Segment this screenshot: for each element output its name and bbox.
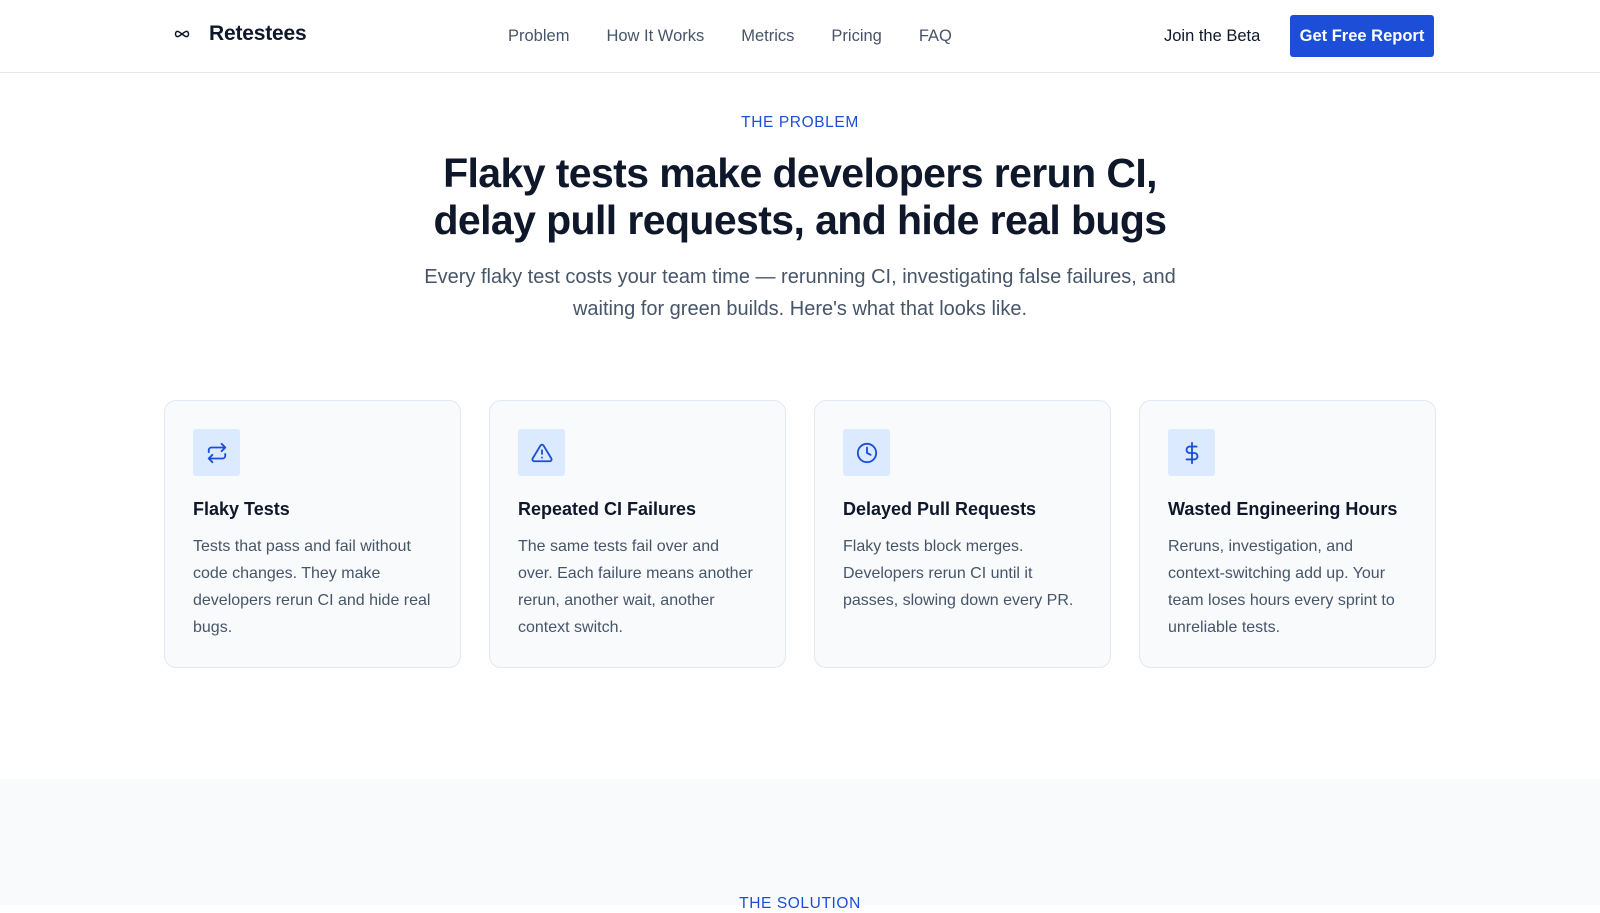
problem-cards: Flaky Tests Tests that pass and fail wit…: [164, 400, 1436, 668]
card-icon-box: [193, 429, 240, 476]
nav-link-problem[interactable]: Problem: [508, 27, 569, 46]
nav-link-how-it-works[interactable]: How It Works: [606, 27, 704, 46]
headline-line-1: Flaky tests make developers rerun CI,: [443, 150, 1157, 196]
subtext-line-2: waiting for green builds. Here's what th…: [572, 298, 1028, 320]
clock-icon: [856, 442, 877, 463]
headline-line-2: delay pull requests, and hide real bugs: [433, 197, 1167, 243]
nav-link-pricing[interactable]: Pricing: [831, 27, 881, 46]
join-beta-link[interactable]: Join the Beta: [1164, 27, 1260, 46]
subtext-line-1: Every flaky test costs your team time — …: [424, 266, 1176, 288]
get-free-report-button[interactable]: Get Free Report: [1290, 15, 1434, 57]
dollar-sign-icon: [1185, 441, 1198, 464]
repeat-arrows-icon: [207, 442, 226, 463]
card-icon-box: [843, 429, 890, 476]
problem-headline: Flaky tests make developers rerun CI, de…: [300, 150, 1300, 244]
card-description: Reruns, investigation, and context-switc…: [1168, 538, 1395, 636]
problem-subtext: Every flaky test costs your team time — …: [380, 261, 1220, 325]
navbar: Retestees Problem How It Works Metrics P…: [0, 0, 1600, 73]
card-title: Delayed Pull Requests: [843, 499, 1037, 519]
card-description: Flaky tests block merges. Developers rer…: [843, 538, 1074, 609]
solution-section: THE SOLUTION: [0, 779, 1600, 912]
card-title: Repeated CI Failures: [518, 499, 697, 519]
card-description: Tests that pass and fail without code ch…: [193, 538, 431, 636]
solution-eyebrow: THE SOLUTION: [739, 895, 861, 912]
card-title: Flaky Tests: [193, 499, 290, 519]
card-title: Wasted Engineering Hours: [1168, 499, 1398, 519]
card-wasted-engineering-hours: Wasted Engineering Hours Reruns, investi…: [1139, 400, 1436, 668]
problem-eyebrow: THE PROBLEM: [741, 114, 859, 131]
brand-name: Retestees: [209, 22, 307, 45]
infinity-icon: [174, 30, 190, 38]
card-description: The same tests fail over and over. Each …: [518, 538, 753, 636]
card-icon-box: [1168, 429, 1215, 476]
card-delayed-pull-requests: Delayed Pull Requests Flaky tests block …: [814, 400, 1111, 668]
card-icon-box: [518, 429, 565, 476]
main-nav: Problem How It Works Metrics Pricing FAQ: [508, 27, 952, 46]
card-flaky-tests: Flaky Tests Tests that pass and fail wit…: [164, 400, 461, 668]
nav-link-faq[interactable]: FAQ: [919, 27, 952, 46]
warning-triangle-icon: [531, 443, 552, 462]
brand-logo[interactable]: Retestees: [173, 22, 307, 46]
nav-link-metrics[interactable]: Metrics: [741, 27, 794, 46]
card-repeated-ci-failures: Repeated CI Failures The same tests fail…: [489, 400, 786, 668]
